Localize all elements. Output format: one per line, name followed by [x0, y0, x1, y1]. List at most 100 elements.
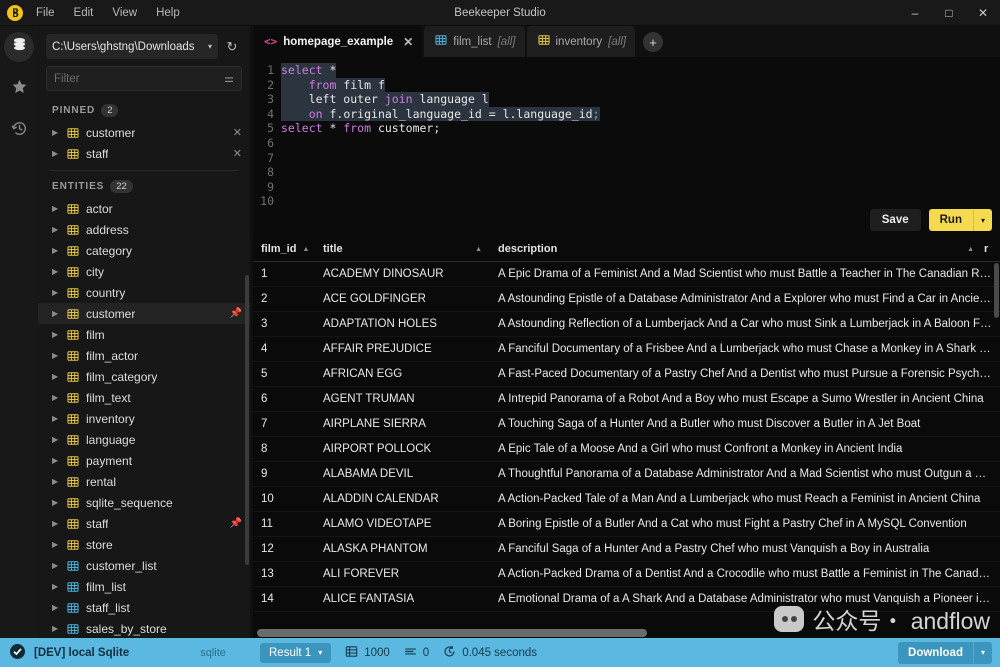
table-row[interactable]: 7 AIRPLANE SIERRA A Touching Saga of a Hun…	[253, 412, 1000, 437]
cell-description[interactable]: A Epic Tale of a Moose And a Girl who mu…	[490, 443, 1000, 455]
sidebar-item-store[interactable]: ▶ store	[38, 534, 250, 555]
pin-icon[interactable]: 📌	[230, 308, 242, 319]
chevron-right-icon[interactable]: ▶	[52, 477, 60, 486]
table-row[interactable]: 5 AFRICAN EGG A Fast-Paced Documentary of …	[253, 362, 1000, 387]
sidebar-item-actor[interactable]: ▶ actor	[38, 198, 250, 219]
filter-icon[interactable]: ⚌	[224, 72, 234, 85]
download-button[interactable]: Download ▾	[898, 641, 992, 664]
chevron-right-icon[interactable]: ▶	[52, 624, 60, 633]
minimize-icon[interactable]: –	[898, 0, 932, 26]
sidebar-item-country[interactable]: ▶ country	[38, 282, 250, 303]
results-rows[interactable]: 1 ACADEMY DINOSAUR A Epic Drama of a Femin…	[253, 262, 1000, 638]
chevron-right-icon[interactable]: ▶	[52, 267, 60, 276]
cell-film-id[interactable]: 5	[253, 368, 315, 380]
chevron-right-icon[interactable]: ▶	[52, 225, 60, 234]
cell-film-id[interactable]: 1	[253, 268, 315, 280]
chevron-right-icon[interactable]: ▶	[52, 582, 60, 591]
cell-film-id[interactable]: 6	[253, 393, 315, 405]
cell-description[interactable]: A Touching Saga of a Hunter And a Butler…	[490, 418, 1000, 430]
cell-description[interactable]: A Intrepid Panorama of a Robot And a Boy…	[490, 393, 1000, 405]
sidebar-item-customer[interactable]: ▶ customer 📌	[38, 303, 250, 324]
cell-description[interactable]: A Emotional Drama of a A Shark And a Dat…	[490, 593, 1000, 605]
chevron-right-icon[interactable]: ▶	[52, 246, 60, 255]
sidebar-item-film_text[interactable]: ▶ film_text	[38, 387, 250, 408]
sidebar-item-film_actor[interactable]: ▶ film_actor	[38, 345, 250, 366]
sidebar-tree[interactable]: PINNED 2 ▶ customer ✕ ▶ staff ✕ ENTITIES 22 ▶…	[38, 95, 250, 638]
download-dropdown-caret-icon[interactable]: ▾	[972, 642, 992, 663]
cell-description[interactable]: A Action-Packed Drama of a Dentist And a…	[490, 568, 1000, 580]
table-row[interactable]: 13 ALI FOREVER A Action-Packed Drama of a …	[253, 562, 1000, 587]
chevron-right-icon[interactable]: ▶	[52, 128, 60, 137]
cell-film-id[interactable]: 2	[253, 293, 315, 305]
cell-description[interactable]: A Epic Drama of a Feminist And a Mad Sci…	[490, 268, 1000, 280]
filter-box[interactable]: ⚌	[46, 66, 242, 91]
cell-description[interactable]: A Fast-Paced Documentary of a Pastry Che…	[490, 368, 1000, 380]
database-path-select[interactable]: C:\Users\ghstng\Downloads ▾	[46, 34, 218, 59]
save-button[interactable]: Save	[869, 209, 921, 231]
chevron-right-icon[interactable]: ▶	[52, 393, 60, 402]
menu-bar[interactable]: File Edit View Help	[30, 7, 180, 19]
cell-description[interactable]: A Fanciful Saga of a Hunter And a Pastry…	[490, 543, 1000, 555]
cell-film-id[interactable]: 11	[253, 518, 315, 530]
chevron-right-icon[interactable]: ▶	[52, 540, 60, 549]
pinned-item-customer[interactable]: ▶ customer ✕	[38, 122, 250, 143]
unpin-icon[interactable]: ✕	[233, 126, 242, 139]
chevron-right-icon[interactable]: ▶	[52, 372, 60, 381]
cell-description[interactable]: A Astounding Reflection of a Lumberjack …	[490, 318, 1000, 330]
chevron-right-icon[interactable]: ▶	[52, 456, 60, 465]
cell-film-id[interactable]: 12	[253, 543, 315, 555]
menu-item-edit[interactable]: Edit	[74, 7, 94, 19]
chevron-right-icon[interactable]: ▶	[52, 351, 60, 360]
tab-film_list[interactable]: film_list [all]	[424, 26, 525, 57]
sidebar-item-city[interactable]: ▶ city	[38, 261, 250, 282]
cell-title[interactable]: ALI FOREVER	[315, 568, 490, 580]
table-row[interactable]: 1 ACADEMY DINOSAUR A Epic Drama of a Femin…	[253, 262, 1000, 287]
rail-item-favorites[interactable]	[4, 74, 34, 104]
column-header-title[interactable]: title ▲	[315, 243, 490, 255]
sidebar-scrollbar[interactable]	[245, 275, 249, 565]
sidebar-item-address[interactable]: ▶ address	[38, 219, 250, 240]
cell-film-id[interactable]: 9	[253, 468, 315, 480]
cell-title[interactable]: ALASKA PHANTOM	[315, 543, 490, 555]
table-row[interactable]: 4 AFFAIR PREJUDICE A Fanciful Documentary …	[253, 337, 1000, 362]
unpin-icon[interactable]: ✕	[233, 147, 242, 160]
sidebar-item-film_list[interactable]: ▶ film_list	[38, 576, 250, 597]
menu-item-file[interactable]: File	[36, 7, 55, 19]
maximize-icon[interactable]: □	[932, 0, 966, 26]
table-row[interactable]: 6 AGENT TRUMAN A Intrepid Panorama of a Ro…	[253, 387, 1000, 412]
table-row[interactable]: 11 ALAMO VIDEOTAPE A Boring Epistle of a B…	[253, 512, 1000, 537]
cell-title[interactable]: ALADDIN CALENDAR	[315, 493, 490, 505]
code-lines[interactable]: 1 select * 2 from film f3 left outer join …	[253, 57, 1000, 209]
status-connection[interactable]: [DEV] local Sqlite sqlite	[0, 638, 250, 667]
cell-description[interactable]: A Thoughtful Panorama of a Database Admi…	[490, 468, 1000, 480]
cell-title[interactable]: AIRPORT POLLOCK	[315, 443, 490, 455]
cell-description[interactable]: A Fanciful Documentary of a Frisbee And …	[490, 343, 1000, 355]
filter-input[interactable]	[54, 72, 225, 85]
close-icon[interactable]: ✕	[966, 0, 1000, 26]
tab-homepage_example[interactable]: <> homepage_example ✕	[253, 26, 423, 57]
cell-description[interactable]: A Astounding Epistle of a Database Admin…	[490, 293, 1000, 305]
table-row[interactable]: 10 ALADDIN CALENDAR A Action-Packed Tale o…	[253, 487, 1000, 512]
table-row[interactable]: 14 ALICE FANTASIA A Emotional Drama of a A…	[253, 587, 1000, 612]
sort-asc-icon[interactable]: ▲	[475, 246, 482, 253]
cell-film-id[interactable]: 3	[253, 318, 315, 330]
cell-title[interactable]: ALICE FANTASIA	[315, 593, 490, 605]
code-text[interactable]: left outer join language l	[281, 92, 489, 107]
cell-title[interactable]: AIRPLANE SIERRA	[315, 418, 490, 430]
add-tab-button[interactable]: +	[643, 32, 664, 52]
chevron-right-icon[interactable]: ▶	[52, 330, 60, 339]
sidebar-item-sales_by_store[interactable]: ▶ sales_by_store	[38, 618, 250, 638]
tab-inventory[interactable]: inventory [all]	[526, 26, 636, 57]
sidebar-item-language[interactable]: ▶ language	[38, 429, 250, 450]
table-row[interactable]: 3 ADAPTATION HOLES A Astounding Reflection…	[253, 312, 1000, 337]
table-row[interactable]: 12 ALASKA PHANTOM A Fanciful Saga of a Hun…	[253, 537, 1000, 562]
sidebar-item-category[interactable]: ▶ category	[38, 240, 250, 261]
cell-film-id[interactable]: 10	[253, 493, 315, 505]
chevron-right-icon[interactable]: ▶	[52, 414, 60, 423]
chevron-right-icon[interactable]: ▶	[52, 435, 60, 444]
code-text[interactable]: select *	[281, 63, 337, 78]
chevron-right-icon[interactable]: ▶	[52, 603, 60, 612]
results-vertical-scrollbar[interactable]	[994, 263, 999, 318]
code-text[interactable]: from film f	[281, 77, 385, 93]
table-row[interactable]: 8 AIRPORT POLLOCK A Epic Tale of a Moose A…	[253, 437, 1000, 462]
